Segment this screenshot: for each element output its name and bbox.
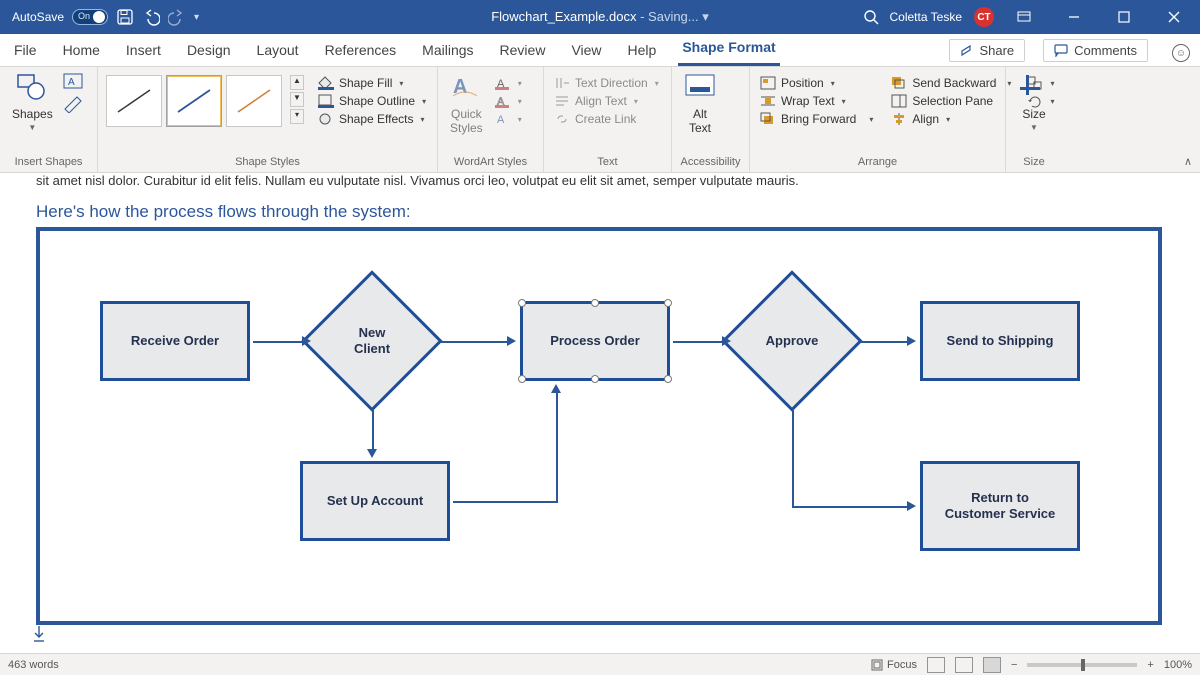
group-label-wordart: WordArt Styles (446, 156, 535, 170)
zoom-out-button[interactable]: − (1011, 659, 1017, 671)
wrap-text-button[interactable]: Wrap Text▾ (758, 93, 875, 109)
text-effects-icon[interactable]: A▾ (493, 111, 524, 127)
shapes-gallery-button[interactable]: Shapes ▼ (8, 71, 57, 134)
group-label-shape-styles: Shape Styles (106, 156, 429, 170)
document-title: Flowchart_Example.docx - Saving... ▾ (491, 9, 709, 25)
close-button[interactable] (1154, 0, 1194, 34)
minimize-button[interactable] (1054, 0, 1094, 34)
shape-style-2[interactable] (166, 75, 222, 127)
flow-node-return-cs[interactable]: Return to Customer Service (920, 461, 1080, 551)
group-label-insert-shapes: Insert Shapes (8, 156, 89, 170)
share-button[interactable]: Share (949, 39, 1025, 62)
create-link-button[interactable]: Create Link (552, 111, 661, 127)
group-label-accessibility: Accessibility (680, 156, 741, 170)
text-box-icon[interactable]: A (63, 73, 83, 91)
connector[interactable] (453, 501, 558, 503)
maximize-button[interactable] (1104, 0, 1144, 34)
account-avatar[interactable]: CT (974, 7, 994, 27)
svg-text:A: A (68, 77, 75, 88)
undo-icon[interactable] (142, 8, 160, 26)
connector[interactable] (372, 409, 374, 451)
text-fill-icon[interactable]: A▾ (493, 75, 524, 91)
send-backward-button[interactable]: Send Backward▾ (889, 75, 1013, 91)
feedback-icon[interactable]: ☺ (1172, 44, 1190, 62)
style-gallery-up-icon[interactable]: ▲ (290, 75, 304, 90)
shape-effects-button[interactable]: Shape Effects▾ (316, 111, 428, 127)
align-text-button[interactable]: Align Text▾ (552, 93, 661, 109)
tab-review[interactable]: Review (496, 36, 550, 66)
connector[interactable] (440, 341, 510, 343)
position-button[interactable]: Position▾ (758, 75, 875, 91)
collapse-ribbon-icon[interactable]: ∧ (1184, 155, 1192, 168)
ribbon-display-options-icon[interactable] (1004, 0, 1044, 34)
alt-text-button[interactable]: Alt Text (680, 71, 720, 137)
tab-view[interactable]: View (567, 36, 605, 66)
connector[interactable] (792, 506, 910, 508)
print-layout-icon[interactable] (955, 657, 973, 673)
comments-button[interactable]: Comments (1043, 39, 1148, 62)
qat-overflow-icon[interactable]: ▾ (194, 12, 199, 23)
connector[interactable] (673, 341, 725, 343)
flow-node-process-order[interactable]: Process Order (520, 301, 670, 381)
group-label-text: Text (552, 156, 663, 170)
zoom-in-button[interactable]: + (1147, 659, 1153, 671)
document-area[interactable]: sit amet nisl dolor. Curabitur id elit f… (0, 173, 1200, 653)
body-paragraph-cut: sit amet nisl dolor. Curabitur id elit f… (36, 173, 1164, 188)
focus-mode-button[interactable]: Focus (871, 659, 917, 671)
autosave-toggle[interactable]: On (72, 9, 108, 25)
tab-file[interactable]: File (10, 36, 41, 66)
group-label-size: Size (1014, 156, 1054, 170)
tab-design[interactable]: Design (183, 36, 235, 66)
save-icon[interactable] (116, 8, 134, 26)
shape-outline-button[interactable]: Shape Outline▾ (316, 93, 428, 109)
text-outline-icon[interactable]: A▾ (493, 93, 524, 109)
shape-style-1[interactable] (106, 75, 162, 127)
account-name[interactable]: Coletta Teske (890, 10, 963, 24)
titlebar: AutoSave On ▾ Flowchart_Example.docx - S… (0, 0, 1200, 34)
edit-shape-icon[interactable] (63, 95, 83, 113)
tab-insert[interactable]: Insert (122, 36, 165, 66)
word-count[interactable]: 463 words (8, 659, 59, 671)
flow-node-approve[interactable]: Approve (742, 291, 842, 391)
style-gallery-more-icon[interactable]: ▾ (290, 109, 304, 124)
align-button[interactable]: Align▾ (889, 111, 1013, 127)
drawing-canvas[interactable]: Receive Order New Client Process Order A… (36, 227, 1162, 625)
tab-references[interactable]: References (321, 36, 401, 66)
style-gallery-down-icon[interactable]: ▼ (290, 92, 304, 107)
flow-node-receive-order[interactable]: Receive Order (100, 301, 250, 381)
selection-pane-button[interactable]: Selection Pane (889, 93, 1013, 109)
tab-help[interactable]: Help (624, 36, 661, 66)
connector[interactable] (556, 391, 558, 503)
bring-forward-button[interactable]: Bring Forward▾ (758, 111, 875, 127)
tab-mailings[interactable]: Mailings (418, 36, 477, 66)
flow-node-setup-account[interactable]: Set Up Account (300, 461, 450, 541)
menu-bar: File Home Insert Design Layout Reference… (0, 34, 1200, 67)
tab-shape-format[interactable]: Shape Format (678, 33, 779, 66)
text-direction-button[interactable]: Text Direction▾ (552, 75, 661, 91)
shape-fill-button[interactable]: Shape Fill▾ (316, 75, 428, 91)
search-icon[interactable] (862, 8, 880, 26)
flow-node-send-shipping[interactable]: Send to Shipping (920, 301, 1080, 381)
tab-layout[interactable]: Layout (253, 36, 303, 66)
web-layout-icon[interactable] (983, 657, 1001, 673)
redo-icon[interactable] (168, 8, 186, 26)
quick-styles-button[interactable]: A Quick Styles (446, 71, 487, 137)
zoom-slider[interactable] (1027, 663, 1137, 667)
autosave-label: AutoSave (12, 10, 64, 24)
shape-style-3[interactable] (226, 75, 282, 127)
status-bar: 463 words Focus − + 100% (0, 653, 1200, 675)
flow-node-new-client[interactable]: New Client (322, 291, 422, 391)
connector[interactable] (860, 341, 910, 343)
read-mode-icon[interactable] (927, 657, 945, 673)
column-marker-icon (32, 625, 46, 643)
zoom-level[interactable]: 100% (1164, 659, 1192, 671)
size-button[interactable]: Size▼ (1014, 71, 1054, 134)
tab-home[interactable]: Home (59, 36, 104, 66)
connector[interactable] (792, 409, 794, 506)
group-label-arrange: Arrange (758, 156, 997, 170)
document-heading: Here's how the process flows through the… (36, 202, 1164, 222)
svg-text:A: A (497, 114, 505, 126)
connector[interactable] (253, 341, 305, 343)
ribbon: Shapes ▼ A Insert Shapes ▲ ▼ ▾ Shape (0, 67, 1200, 173)
